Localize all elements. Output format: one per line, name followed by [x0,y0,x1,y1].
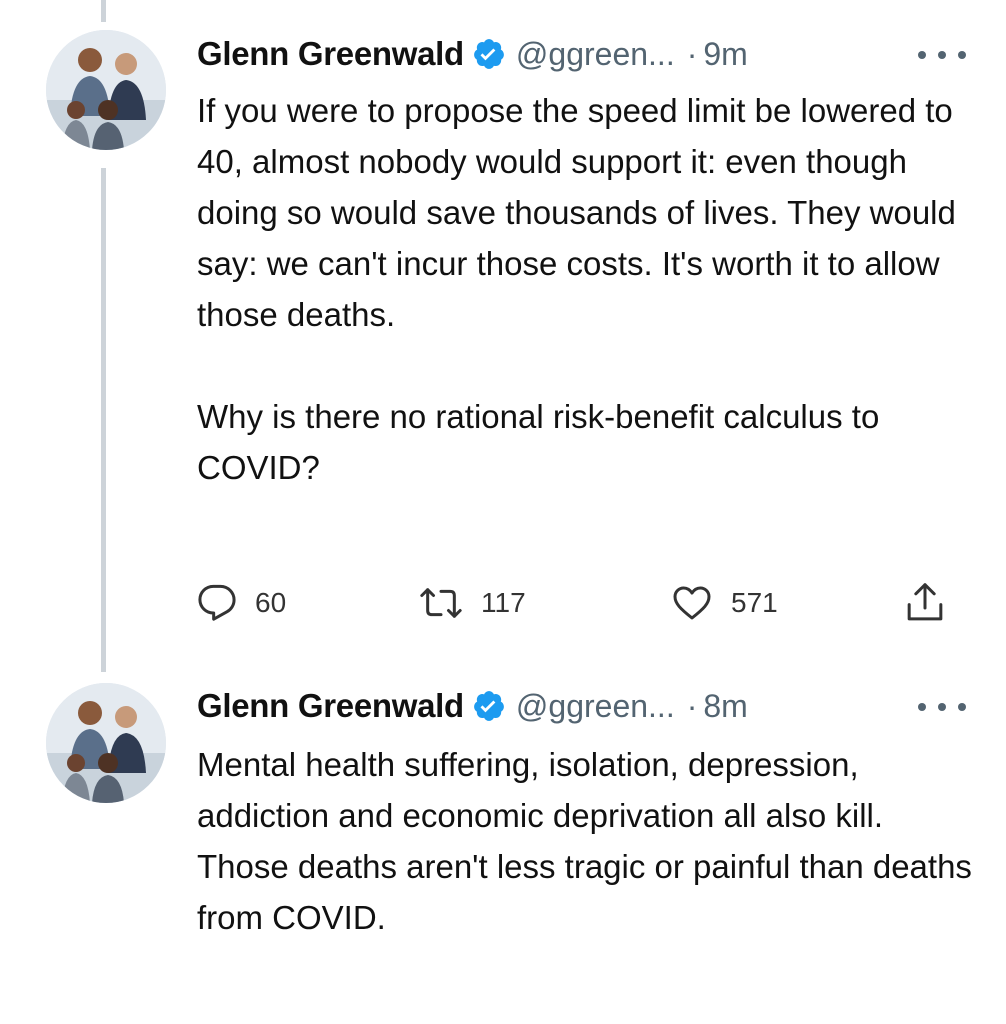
tweet-paragraph: Mental health suffering, isolation, depr… [197,746,972,936]
tweet-text: Mental health suffering, isolation, depr… [197,739,977,943]
separator-dot: · [686,35,698,72]
share-button[interactable] [905,578,945,628]
tweet[interactable]: Glenn Greenwald @ggreen... · 8m Mental h… [0,672,1006,1024]
reply-button[interactable]: 60 [197,578,286,628]
more-options-icon[interactable] [918,687,966,727]
retweet-icon [420,588,462,618]
retweet-count: 117 [481,587,526,618]
reply-icon [198,584,236,621]
author-handle[interactable]: @ggreen... [516,36,675,73]
like-heart-icon [673,586,711,620]
like-count: 571 [731,587,778,618]
tweet-timestamp[interactable]: 8m [703,688,747,725]
verified-badge-icon [472,689,506,723]
tweet-timestamp[interactable]: 9m [703,36,747,73]
reply-count: 60 [255,587,287,618]
tweet[interactable]: Glenn Greenwald @ggreen... · 9m If you w… [0,0,1006,672]
separator-dot: · [686,687,698,724]
tweet-text: If you were to propose the speed limit b… [197,85,977,493]
tweet-paragraph: Why is there no rational risk-benefit ca… [197,398,880,486]
avatar[interactable] [46,30,166,150]
like-button[interactable]: 571 [671,578,778,628]
tweet-actions: 60 117 571 [197,578,967,628]
avatar[interactable] [46,683,166,803]
retweet-button[interactable]: 117 [419,578,526,628]
tweet-header: Glenn Greenwald @ggreen... · 9m [197,29,966,79]
more-options-icon[interactable] [918,35,966,75]
tweet-header: Glenn Greenwald @ggreen... · 8m [197,681,966,731]
verified-badge-icon [472,37,506,71]
author-handle[interactable]: @ggreen... [516,688,675,725]
author-name[interactable]: Glenn Greenwald [197,35,464,73]
share-icon [907,583,943,621]
author-name[interactable]: Glenn Greenwald [197,687,464,725]
tweet-paragraph: If you were to propose the speed limit b… [197,92,956,333]
